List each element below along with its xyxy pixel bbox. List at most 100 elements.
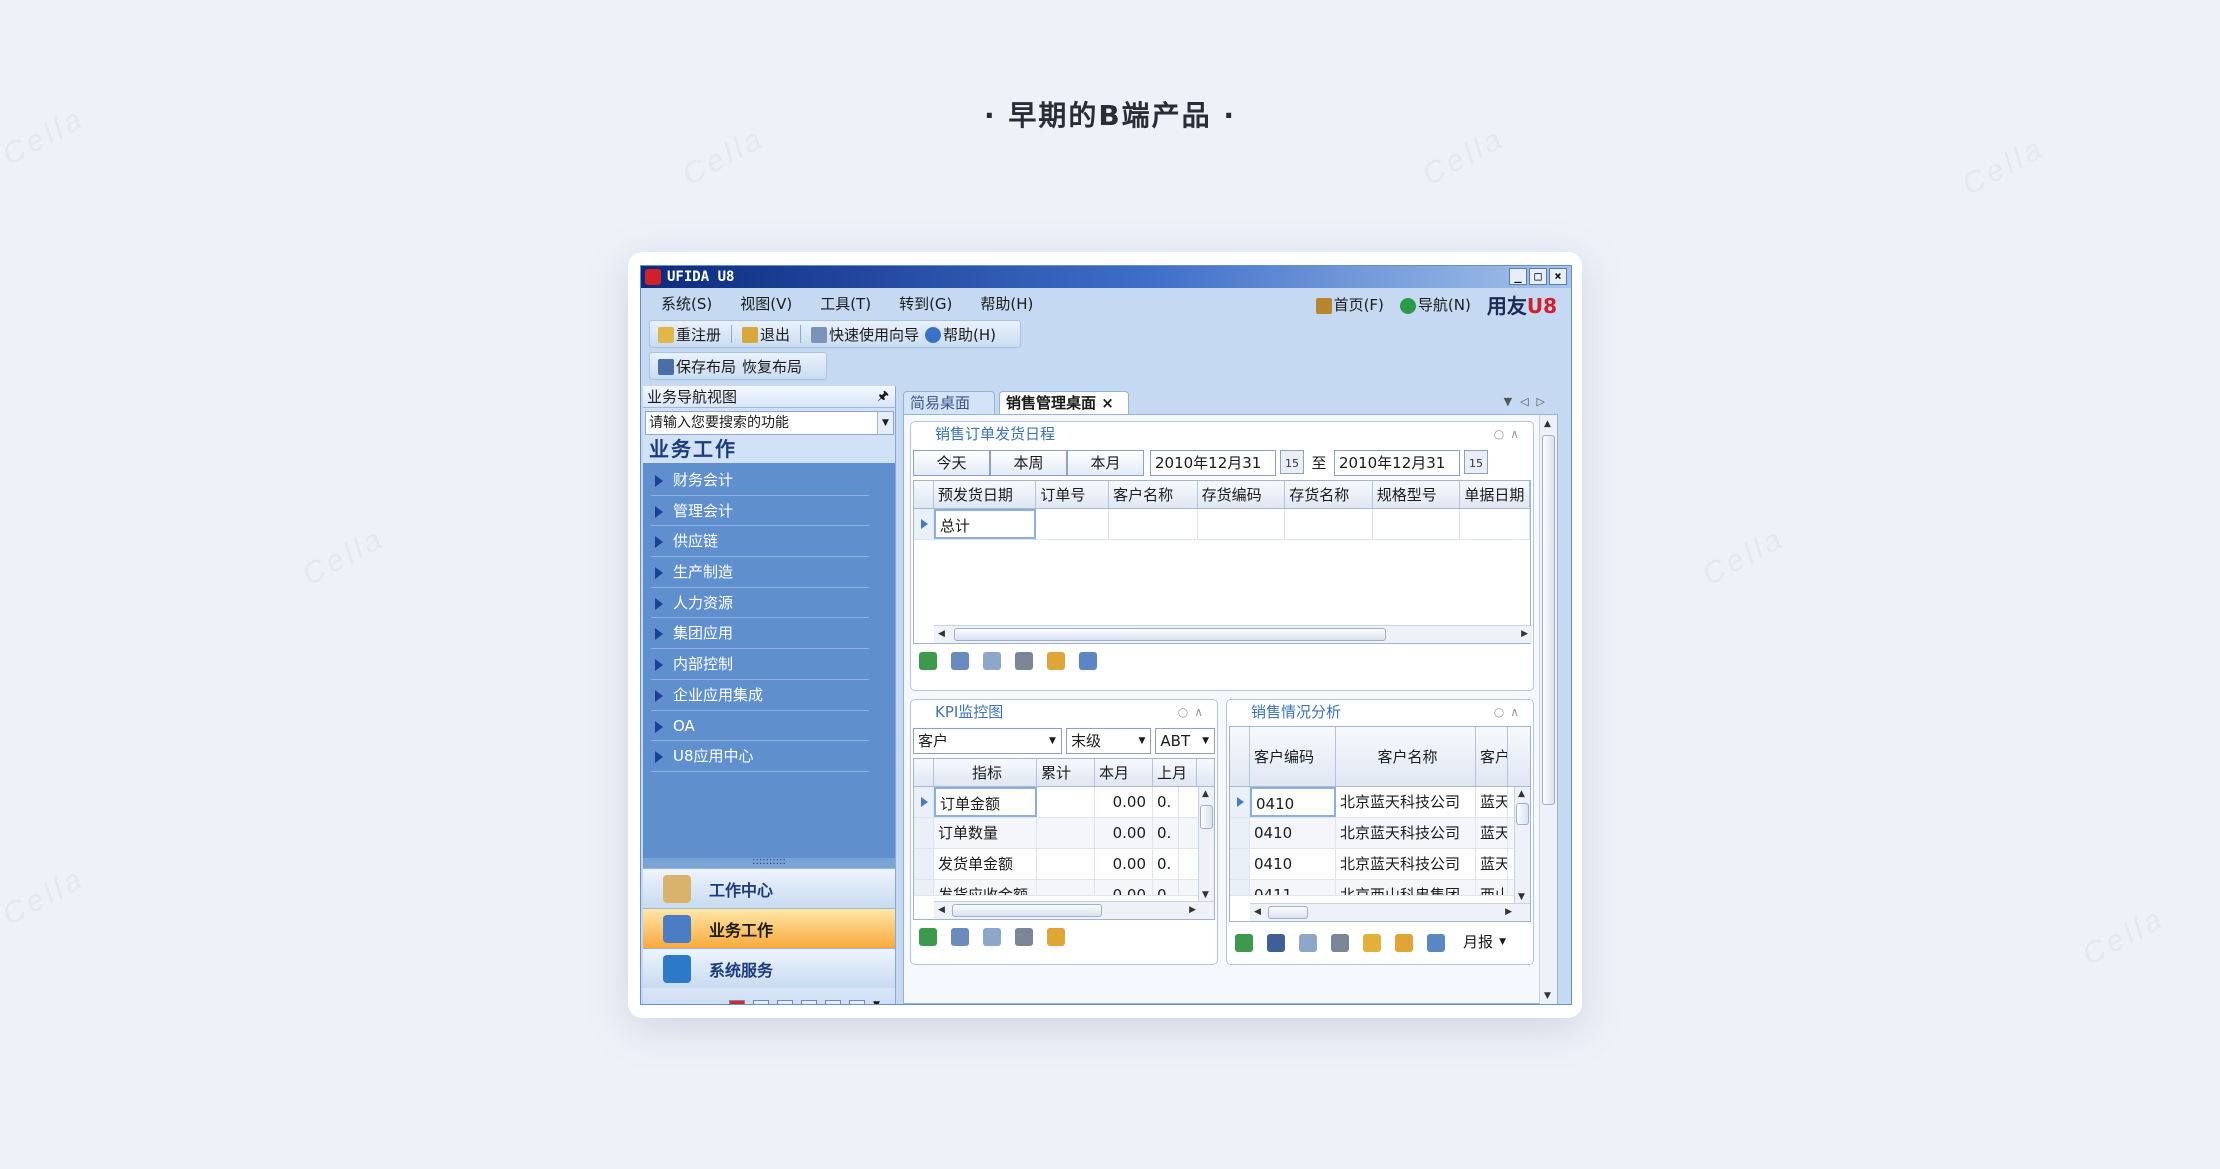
this-month-button[interactable]: 本月	[1067, 450, 1144, 476]
column-header[interactable]: 客户名称	[1336, 727, 1476, 786]
table-row[interactable]: 0411 北京西山科串集团 西山	[1230, 880, 1530, 896]
column-header[interactable]: 存货名称	[1285, 481, 1373, 508]
print-icon[interactable]	[1015, 652, 1033, 670]
nav-item-supply-chain[interactable]: 供应链	[651, 526, 869, 558]
maximize-button[interactable]: □	[1529, 268, 1547, 285]
column-header[interactable]: 单据日期	[1460, 481, 1530, 508]
menu-tools[interactable]: 工具(T)	[820, 293, 871, 314]
vertical-scrollbar[interactable]: ▲ ▼	[1198, 787, 1214, 902]
table-row[interactable]: 0410 北京蓝天科技公司 蓝天	[1230, 849, 1530, 880]
preview-icon[interactable]	[1299, 934, 1317, 952]
help-button[interactable]: 帮助(H)	[925, 324, 996, 345]
nav-item-manufacturing[interactable]: 生产制造	[651, 557, 869, 588]
this-week-button[interactable]: 本周	[990, 450, 1067, 476]
nav-item-internal-control[interactable]: 内部控制	[651, 649, 869, 680]
print-icon[interactable]	[1015, 928, 1033, 946]
table-row[interactable]: 0410 北京蓝天科技公司 蓝天	[1230, 787, 1530, 818]
copy-icon[interactable]	[825, 1000, 841, 1004]
table-row[interactable]: 0410 北京蓝天科技公司 蓝天	[1230, 818, 1530, 849]
column-header[interactable]: 客户编码	[1250, 727, 1336, 786]
edit-icon[interactable]	[951, 928, 969, 946]
refresh-icon[interactable]	[1235, 934, 1253, 952]
system-service-button[interactable]: 系统服务	[643, 948, 895, 988]
edit-icon[interactable]	[951, 652, 969, 670]
nav-link[interactable]: 导航(N)	[1399, 294, 1471, 315]
function-search-input[interactable]: 请输入您要搜索的功能 ▼	[645, 411, 894, 435]
title-bar[interactable]: UFIDA U8 _ □ ×	[641, 266, 1571, 288]
table-row[interactable]: 发货单金额 0.00 0.	[914, 849, 1214, 880]
nav-item-integration[interactable]: 企业应用集成	[651, 680, 869, 711]
customer-select[interactable]: 客户	[913, 728, 1062, 754]
table-row[interactable]: 总计	[914, 509, 1530, 540]
nav-item-oa[interactable]: OA	[651, 711, 869, 742]
abt-select[interactable]: ABT	[1155, 728, 1215, 754]
panel-controls[interactable]: ○∧	[1494, 700, 1525, 724]
level-select[interactable]: 末级	[1065, 728, 1152, 754]
table-row[interactable]: 订单金额 0.00 0.	[914, 787, 1214, 818]
calendar-icon[interactable]: 15	[1280, 450, 1304, 474]
nav-item-hr[interactable]: 人力资源	[651, 588, 869, 619]
windows-icon[interactable]	[801, 1000, 817, 1004]
date-to-field[interactable]: 2010年12月31日	[1334, 450, 1460, 496]
table-row[interactable]: 发货应收金额 0.00 0.	[914, 880, 1214, 896]
total-cell[interactable]: 总计	[933, 509, 1037, 539]
preview-icon[interactable]	[983, 652, 1001, 670]
column-header[interactable]: 客户名称	[1109, 481, 1198, 508]
column-header[interactable]: 指标	[934, 759, 1037, 786]
close-button[interactable]: ×	[1549, 268, 1567, 285]
export-icon[interactable]	[1047, 928, 1065, 946]
calendar-icon[interactable]: 15	[1464, 450, 1488, 474]
tab-simple-desktop[interactable]: 简易桌面	[903, 391, 995, 415]
desktop-vertical-scrollbar[interactable]: ▲ ▼	[1539, 415, 1557, 1004]
work-center-button[interactable]: 工作中心	[643, 868, 895, 908]
nav-item-u8-center[interactable]: U8应用中心	[651, 741, 869, 772]
panel-controls[interactable]: ○∧	[1494, 422, 1525, 446]
business-work-button[interactable]: 业务工作	[643, 908, 895, 948]
tab-scroll-controls[interactable]: ▼◁▷	[1504, 395, 1553, 408]
nav-item-management-accounting[interactable]: 管理会计	[651, 496, 869, 527]
column-header[interactable]: 客户	[1476, 727, 1508, 786]
chevron-down-icon[interactable]: ▼	[877, 412, 893, 434]
horizontal-scrollbar[interactable]: ◀ ▶	[934, 625, 1532, 643]
filter-icon[interactable]	[1363, 934, 1381, 952]
preview-icon[interactable]	[983, 928, 1001, 946]
print-icon[interactable]	[1331, 934, 1349, 952]
close-tab-icon[interactable]: ×	[1101, 394, 1114, 412]
wizard-button[interactable]: 快速使用向导	[811, 324, 919, 345]
menu-system[interactable]: 系统(S)	[661, 293, 712, 314]
column-header[interactable]: 本月	[1095, 759, 1153, 786]
date-from-field[interactable]: 2010年12月31日	[1150, 450, 1276, 496]
today-button[interactable]: 今天	[913, 450, 990, 476]
period-select[interactable]: 月报	[1459, 930, 1511, 956]
nav-item-finance[interactable]: 财务会计	[651, 465, 869, 496]
horizontal-scrollbar[interactable]: ◀ ▶	[934, 901, 1214, 919]
settings-icon[interactable]	[849, 1000, 865, 1004]
column-header[interactable]: 累计	[1037, 759, 1095, 786]
horizontal-scrollbar[interactable]: ◀ ▶	[1250, 903, 1530, 921]
table-icon[interactable]	[753, 1000, 769, 1004]
refresh-icon[interactable]	[919, 652, 937, 670]
restore-layout-button[interactable]: 恢复布局	[742, 356, 802, 377]
splitter-grip[interactable]: ::::::::::	[643, 857, 895, 868]
binoculars-icon[interactable]	[1267, 934, 1285, 952]
table-row[interactable]: 订单数量 0.00 0.	[914, 818, 1214, 849]
export-icon[interactable]	[1395, 934, 1413, 952]
pin-icon[interactable]: 🖈	[877, 386, 889, 408]
nav-item-group[interactable]: 集团应用	[651, 618, 869, 650]
more-icon[interactable]: ▼	[873, 1000, 889, 1004]
column-header[interactable]: 订单号	[1036, 481, 1110, 508]
column-header[interactable]: 上月	[1153, 759, 1197, 786]
copy-icon[interactable]	[1427, 934, 1445, 952]
column-header[interactable]: 规格型号	[1373, 481, 1461, 508]
home-link[interactable]: 首页(F)	[1315, 294, 1384, 315]
exit-button[interactable]: 退出	[742, 324, 790, 345]
menu-help[interactable]: 帮助(H)	[980, 293, 1033, 314]
copy-icon[interactable]	[1079, 652, 1097, 670]
refresh-icon[interactable]	[919, 928, 937, 946]
relogin-button[interactable]: 重注册	[658, 324, 721, 345]
save-layout-button[interactable]: 保存布局	[658, 356, 736, 377]
vertical-scrollbar[interactable]: ▲ ▼	[1514, 787, 1530, 904]
panel-controls[interactable]: ○∧	[1178, 700, 1209, 724]
minimize-button[interactable]: _	[1509, 268, 1527, 285]
export-icon[interactable]	[1047, 652, 1065, 670]
